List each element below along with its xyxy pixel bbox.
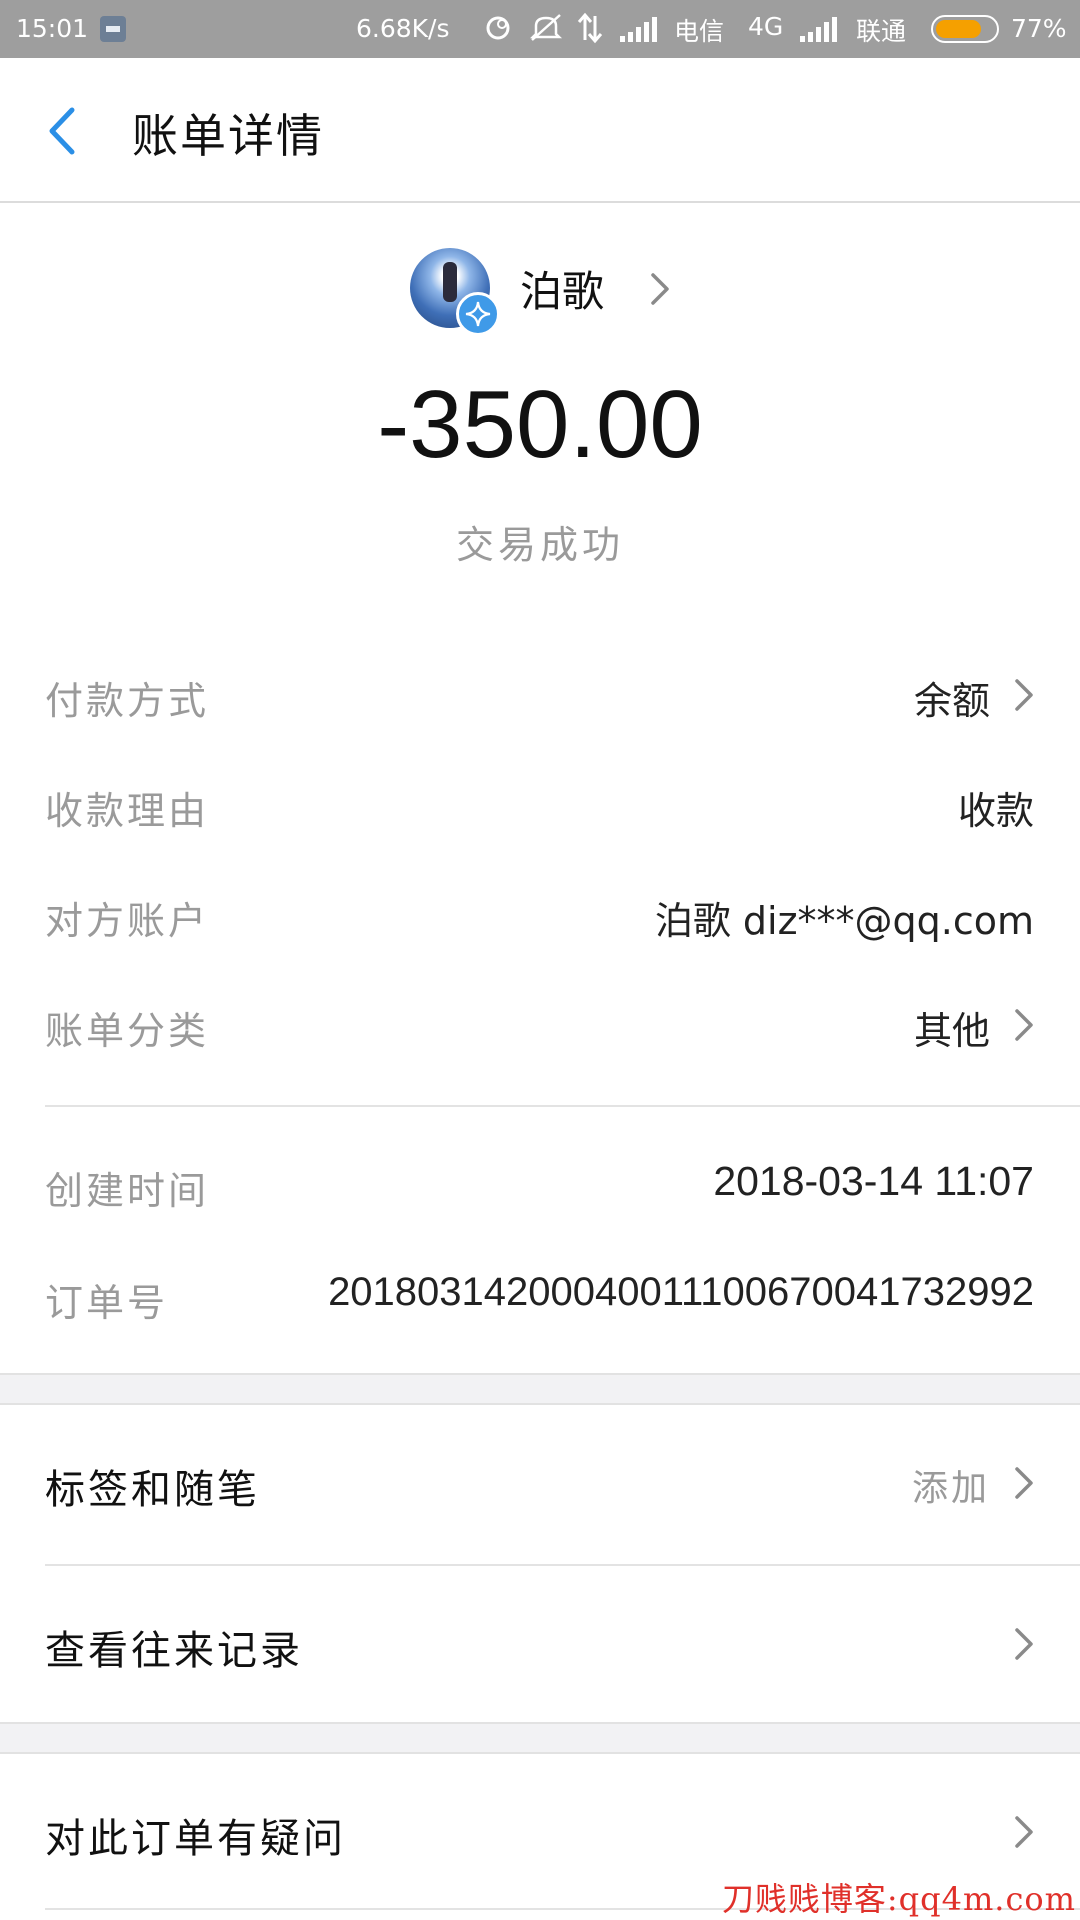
back-button[interactable] [30,96,100,166]
status-bar: 15:01 6.68K/s 电信 4G 联通 77% [0,0,1080,58]
data-arrows-icon [576,12,604,50]
verified-badge [456,292,500,336]
payment-method-label: 付款方式 [45,679,210,723]
order-number-value: 20180314200040011100670041732992 [328,1270,1034,1314]
carrier-2: 联通 [856,17,907,46]
divider [45,1105,1080,1107]
counterparty-label: 对方账户 [45,899,210,943]
chevron-right-icon[interactable] [644,268,676,310]
category-label: 账单分类 [45,1009,210,1053]
tags-notes-label: 标签和随笔 [45,1467,260,1513]
row-reason: 收款理由 收款 [0,750,1080,860]
counterparty-value: 泊歌 diz***@qq.com [654,899,1034,943]
chevron-right-icon [1015,679,1033,711]
created-time-label: 创建时间 [45,1169,210,1213]
carrier-1: 电信 [674,17,725,46]
reason-value: 收款 [957,789,1034,833]
sync-icon [482,12,514,50]
notification-icon [100,16,126,42]
transaction-status: 交易成功 [455,523,624,567]
category-value: 其他 [913,1009,990,1053]
app-header: 账单详情 [0,58,1080,203]
row-order-number: 订单号 20180314200040011100670041732992 [0,1242,1080,1352]
add-tag-link[interactable]: 添加 [912,1459,990,1511]
history-row[interactable]: 查看往来记录 [0,1566,1080,1722]
battery-percent: 77% [1011,14,1067,43]
payment-method-value: 余额 [913,679,990,723]
network-type: 4G [748,12,784,41]
order-number-label: 订单号 [45,1281,169,1325]
tags-notes-row[interactable]: 标签和随笔 添加 [0,1405,1080,1561]
battery-level [936,20,981,38]
chevron-right-icon [1015,1628,1033,1660]
row-created-time: 创建时间 2018-03-14 11:07 [0,1130,1080,1240]
row-category[interactable]: 账单分类 其他 [0,970,1080,1080]
signal-icon [620,16,660,42]
section-gap [0,1373,1080,1405]
order-question-label: 对此订单有疑问 [45,1816,346,1862]
chevron-left-icon [49,107,75,155]
watermark-text: 刀贱贱博客:qq4m.com [721,1880,1076,1918]
page-title: 账单详情 [132,109,324,163]
section-gap [0,1722,1080,1754]
mute-icon [528,12,564,50]
reason-label: 收款理由 [45,789,210,833]
chevron-right-icon [1015,1467,1033,1499]
network-speed: 6.68K/s [356,14,450,43]
created-time-value: 2018-03-14 11:07 [713,1158,1034,1204]
history-label: 查看往来记录 [45,1628,303,1674]
battery-icon [931,15,999,43]
row-payment-method[interactable]: 付款方式 余额 [0,640,1080,750]
status-time: 15:01 [16,14,89,43]
payee-name[interactable]: 泊歌 [520,258,604,319]
chevron-right-icon [1015,1816,1033,1848]
row-counterparty: 对方账户 泊歌 diz***@qq.com [0,860,1080,970]
avatar-figure [443,262,457,302]
chevron-right-icon [1015,1009,1033,1041]
star-icon [465,301,491,327]
signal-icon [800,16,840,42]
bill-detail-screen: 15:01 6.68K/s 电信 4G 联通 77% 账单详情 泊歌 -350.… [0,0,1080,1920]
transaction-amount: -350.00 [377,371,703,478]
